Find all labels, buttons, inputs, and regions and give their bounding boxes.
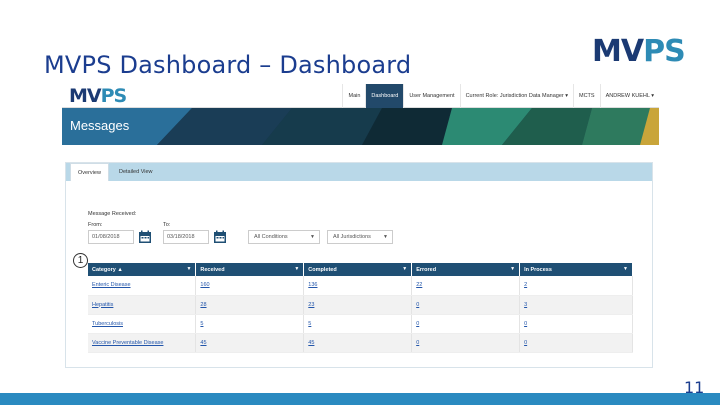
completed-link[interactable]: 136 bbox=[303, 276, 413, 296]
page-title: Messages bbox=[70, 118, 130, 133]
in-process-link[interactable]: 0 bbox=[519, 333, 633, 353]
in-process-link[interactable]: 2 bbox=[519, 276, 633, 296]
received-link[interactable]: 45 bbox=[195, 333, 305, 353]
chevron-down-icon: ▼ bbox=[186, 266, 192, 272]
received-link[interactable]: 28 bbox=[195, 295, 305, 315]
conditions-select[interactable]: All Conditions ▼ bbox=[248, 230, 320, 244]
mvps-logo: MVPS bbox=[592, 34, 686, 69]
nav-current-role[interactable]: Current Role: Jurisdiction Data Manager … bbox=[459, 84, 573, 108]
category-link[interactable]: Tuberculosis bbox=[88, 314, 197, 334]
tab-bar: Overview Detailed View bbox=[66, 163, 652, 181]
category-link[interactable]: Vaccine Preventable Disease bbox=[88, 333, 197, 353]
completed-link[interactable]: 5 bbox=[303, 314, 413, 334]
from-label: From: bbox=[88, 222, 103, 228]
table-row: Vaccine Preventable Disease 45 45 0 0 bbox=[88, 333, 633, 353]
column-header-in-process[interactable]: In Process ▼ bbox=[519, 263, 633, 276]
nav-mcts[interactable]: MCTS bbox=[573, 84, 600, 108]
table-row: Hepatitis 28 23 0 3 bbox=[88, 295, 633, 315]
errored-link[interactable]: 0 bbox=[411, 314, 521, 334]
app-screenshot: MVPS Main Dashboard User Management Curr… bbox=[62, 84, 659, 368]
category-link[interactable]: Enteric Disease bbox=[88, 276, 197, 296]
calendar-icon[interactable] bbox=[138, 230, 152, 244]
messages-panel: Overview Detailed View Message Received:… bbox=[65, 162, 653, 368]
column-header-category[interactable]: Category ▲ ▼ bbox=[88, 263, 197, 276]
calendar-icon[interactable] bbox=[213, 230, 227, 244]
nav-main[interactable]: Main bbox=[342, 84, 365, 108]
received-link[interactable]: 160 bbox=[195, 276, 305, 296]
column-header-errored[interactable]: Errored ▼ bbox=[411, 263, 521, 276]
jurisdictions-select[interactable]: All Jurisdictions ▼ bbox=[327, 230, 393, 244]
main-nav: Main Dashboard User Management Current R… bbox=[342, 84, 659, 108]
table-header-row: Category ▲ ▼ Received ▼ Completed ▼ Errored… bbox=[88, 263, 633, 276]
callout-number-badge: 1 bbox=[73, 253, 88, 268]
category-link[interactable]: Hepatitis bbox=[88, 295, 197, 315]
nav-dashboard[interactable]: Dashboard bbox=[365, 84, 404, 108]
nav-user-menu[interactable]: ANDREW KUEHL ▾ bbox=[599, 84, 659, 108]
from-date-input[interactable]: 01/08/2018 bbox=[88, 230, 134, 244]
chevron-down-icon: ▼ bbox=[623, 266, 628, 272]
slide-title: MVPS Dashboard – Dashboard bbox=[44, 51, 412, 79]
table-row: Tuberculosis 5 5 0 0 bbox=[88, 314, 633, 334]
chevron-down-icon: ▼ bbox=[294, 266, 300, 272]
chevron-down-icon: ▼ bbox=[510, 266, 516, 272]
in-process-link[interactable]: 0 bbox=[519, 314, 633, 334]
in-process-link[interactable]: 3 bbox=[519, 295, 633, 315]
messages-table: Category ▲ ▼ Received ▼ Completed ▼ Errored… bbox=[88, 263, 633, 353]
column-header-received[interactable]: Received ▼ bbox=[195, 263, 305, 276]
chevron-down-icon: ▼ bbox=[402, 266, 408, 272]
app-logo[interactable]: MVPS bbox=[69, 85, 127, 107]
to-label: To: bbox=[163, 222, 171, 228]
conditions-select-value: All Conditions bbox=[254, 234, 288, 240]
tab-overview[interactable]: Overview bbox=[70, 163, 109, 181]
column-header-completed[interactable]: Completed ▼ bbox=[303, 263, 413, 276]
errored-link[interactable]: 22 bbox=[411, 276, 521, 296]
jurisdictions-select-value: All Jurisdictions bbox=[333, 234, 371, 240]
message-received-label: Message Received: bbox=[88, 211, 137, 217]
messages-banner: Messages bbox=[62, 108, 659, 145]
completed-link[interactable]: 23 bbox=[303, 295, 413, 315]
errored-link[interactable]: 0 bbox=[411, 295, 521, 315]
received-link[interactable]: 5 bbox=[195, 314, 305, 334]
chevron-down-icon: ▼ bbox=[310, 234, 315, 240]
slide: MVPS Dashboard – Dashboard MVPS MVPS Mai… bbox=[0, 0, 720, 405]
chevron-down-icon: ▼ bbox=[383, 234, 388, 240]
table-row: Enteric Disease 160 136 22 2 bbox=[88, 276, 633, 296]
nav-user-management[interactable]: User Management bbox=[403, 84, 459, 108]
to-date-input[interactable]: 03/18/2018 bbox=[163, 230, 209, 244]
top-navbar: MVPS Main Dashboard User Management Curr… bbox=[62, 84, 659, 108]
bottom-accent-bar bbox=[0, 393, 720, 405]
banner-pattern bbox=[62, 108, 659, 145]
errored-link[interactable]: 0 bbox=[411, 333, 521, 353]
completed-link[interactable]: 45 bbox=[303, 333, 413, 353]
tab-detailed-view[interactable]: Detailed View bbox=[112, 163, 160, 181]
